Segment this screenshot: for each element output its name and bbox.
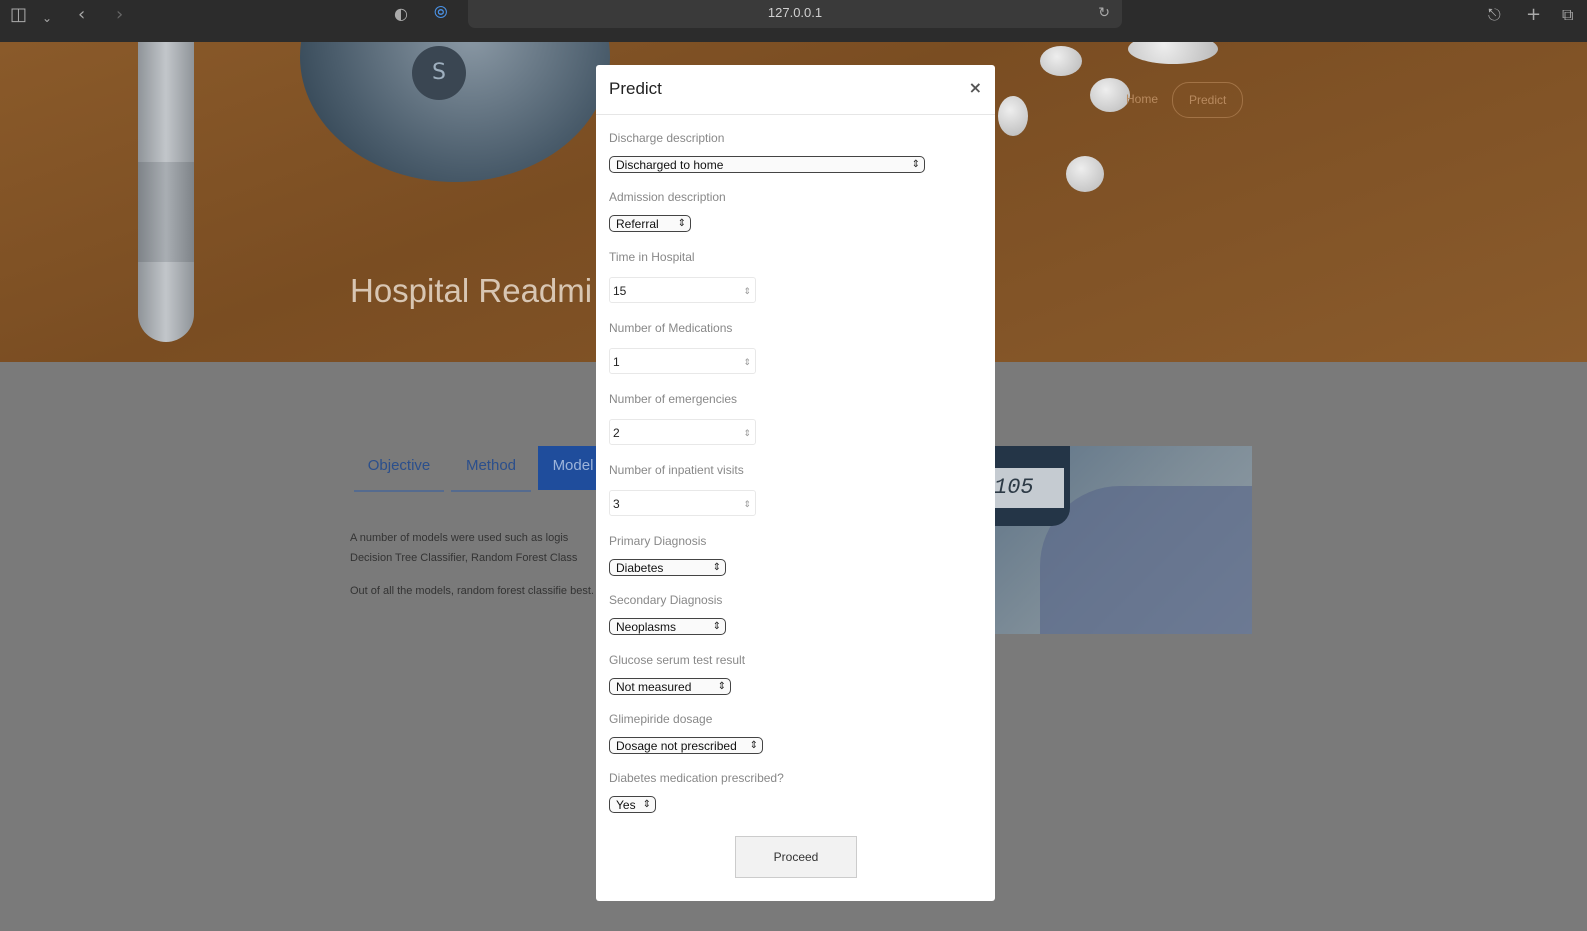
- reload-icon[interactable]: ↻: [1098, 5, 1110, 21]
- proceed-button[interactable]: Proceed: [735, 836, 857, 878]
- browser-toolbar: ◫ ⌄ ‹ › ◐ ⦾ 127.0.0.1 ↻ ⎋ + ⧉: [0, 0, 1587, 43]
- time-in-hospital-label: Time in Hospital: [609, 250, 695, 264]
- primary-diagnosis-select[interactable]: Diabetes ⇕: [609, 559, 726, 576]
- forward-icon[interactable]: ›: [116, 6, 123, 24]
- num-inpatient-input[interactable]: 3 ⇕: [609, 490, 756, 516]
- pill-image: [1128, 42, 1218, 64]
- diabetes-med-label: Diabetes medication prescribed?: [609, 771, 784, 785]
- glimepiride-value: Dosage not prescribed: [616, 739, 737, 753]
- shield-icon[interactable]: ◐: [394, 5, 408, 23]
- diabetes-med-value: Yes: [616, 798, 636, 812]
- privacy-icon[interactable]: ⦾: [434, 4, 448, 22]
- admission-select[interactable]: Referral ⇕: [609, 215, 691, 232]
- close-button[interactable]: ×: [969, 78, 982, 97]
- tabs-icon[interactable]: ⧉: [1562, 6, 1573, 24]
- share-icon[interactable]: ⎋: [1488, 6, 1501, 24]
- secondary-diagnosis-value: Neoplasms: [616, 620, 677, 634]
- pill-image: [998, 96, 1028, 136]
- address-bar[interactable]: 127.0.0.1 ↻: [468, 0, 1122, 28]
- num-medications-label: Number of Medications: [609, 321, 733, 335]
- select-arrows-icon: ⇕: [712, 621, 721, 632]
- glimepiride-select[interactable]: Dosage not prescribed ⇕: [609, 737, 763, 754]
- time-in-hospital-input[interactable]: 15 ⇕: [609, 277, 756, 303]
- back-icon[interactable]: ‹: [78, 6, 85, 24]
- gloved-hand-image: [1040, 486, 1252, 634]
- secondary-diagnosis-select[interactable]: Neoplasms ⇕: [609, 618, 726, 635]
- predict-modal: Predict × Discharge description Discharg…: [596, 65, 995, 901]
- model-description: A number of models were used such as log…: [350, 532, 578, 564]
- diabetes-med-select[interactable]: Yes ⇕: [609, 796, 656, 813]
- tab-objective[interactable]: Objective: [354, 446, 444, 492]
- time-in-hospital-value: 15: [613, 284, 627, 298]
- glucose-value: Not measured: [616, 680, 692, 694]
- glucose-meter-image: 105: [990, 446, 1070, 526]
- lancet-pen-ring-image: [138, 162, 194, 262]
- page-title: Hospital Readmi: [350, 272, 593, 309]
- stepper-icon[interactable]: ⇕: [743, 349, 751, 375]
- glimepiride-label: Glimepiride dosage: [609, 712, 713, 726]
- breadcrumb-home[interactable]: Home: [1110, 82, 1174, 116]
- model-conclusion: Out of all the models, random forest cla…: [350, 585, 594, 597]
- tab-method[interactable]: Method: [451, 446, 531, 492]
- new-tab-icon[interactable]: +: [1526, 6, 1541, 24]
- select-arrows-icon: ⇕: [717, 681, 726, 692]
- admission-value: Referral: [616, 217, 659, 231]
- chevron-down-icon[interactable]: ⌄: [42, 9, 52, 27]
- select-arrows-icon: ⇕: [642, 799, 651, 810]
- discharge-label: Discharge description: [609, 131, 725, 145]
- admission-label: Admission description: [609, 190, 726, 204]
- meter-button-image: S: [412, 46, 466, 100]
- num-inpatient-value: 3: [613, 497, 620, 511]
- primary-diagnosis-label: Primary Diagnosis: [609, 534, 707, 548]
- modal-title: Predict: [609, 79, 662, 98]
- sidebar-icon[interactable]: ◫: [10, 6, 27, 24]
- meter-reading: 105: [990, 468, 1064, 508]
- select-arrows-icon: ⇕: [712, 562, 721, 573]
- stepper-icon[interactable]: ⇕: [743, 420, 751, 446]
- num-medications-input[interactable]: 1 ⇕: [609, 348, 756, 374]
- stepper-icon[interactable]: ⇕: [743, 278, 751, 304]
- num-emergencies-input[interactable]: 2 ⇕: [609, 419, 756, 445]
- glucose-select[interactable]: Not measured ⇕: [609, 678, 731, 695]
- discharge-select[interactable]: Discharged to home ⇕: [609, 156, 925, 173]
- num-emergencies-value: 2: [613, 426, 620, 440]
- stepper-icon[interactable]: ⇕: [743, 491, 751, 517]
- glucose-label: Glucose serum test result: [609, 653, 746, 667]
- secondary-diagnosis-label: Secondary Diagnosis: [609, 593, 723, 607]
- pill-image: [1040, 46, 1082, 76]
- num-medications-value: 1: [613, 355, 620, 369]
- num-inpatient-label: Number of inpatient visits: [609, 463, 744, 477]
- discharge-value: Discharged to home: [616, 158, 724, 172]
- select-arrows-icon: ⇕: [749, 740, 758, 751]
- pill-image: [1066, 156, 1104, 192]
- select-arrows-icon: ⇕: [911, 159, 920, 170]
- primary-diagnosis-value: Diabetes: [616, 561, 664, 575]
- modal-header: Predict ×: [596, 65, 995, 115]
- breadcrumb-predict[interactable]: Predict: [1172, 82, 1244, 118]
- num-emergencies-label: Number of emergencies: [609, 392, 738, 406]
- url-text[interactable]: 127.0.0.1: [468, 5, 1122, 20]
- select-arrows-icon: ⇕: [677, 218, 686, 229]
- glucose-test-image: 105: [990, 446, 1252, 634]
